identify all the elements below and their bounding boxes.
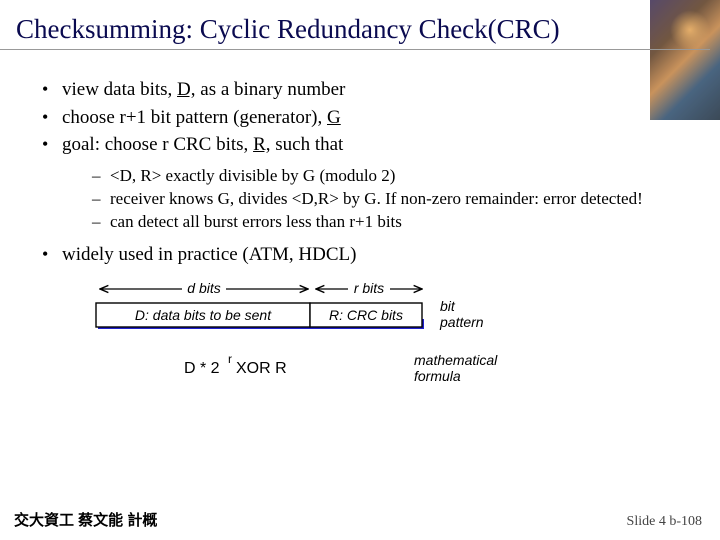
sub-3: can detect all burst errors less than r+… [88, 211, 690, 234]
bullet-2: choose r+1 bit pattern (generator), G [34, 104, 690, 132]
bullet-1-text-b: as a binary number [196, 79, 346, 100]
footer-right: Slide 4 b-108 [627, 514, 702, 530]
bullet-2-underline: G [327, 107, 341, 128]
formula-rest: XOR R [236, 360, 287, 377]
bullet-1: view data bits, D, as a binary number [34, 76, 690, 104]
diagram-svg: d bits r bits D: data bits to be sent R:… [92, 275, 532, 395]
math-label-1: mathematical [414, 352, 498, 368]
footer-left: 交大資工 蔡文能 計概 [14, 509, 157, 530]
bitpattern-label-1: bit [440, 298, 456, 314]
bullet-3-text-a: goal: choose r CRC bits, [62, 134, 253, 155]
formula-exp: r [228, 352, 232, 366]
bitpattern-label-2: pattern [439, 314, 484, 330]
bullet-3-underline: R, [253, 134, 270, 155]
bullet-3-text-b: such that [271, 134, 344, 155]
main-bullets: view data bits, D, as a binary number ch… [34, 76, 690, 159]
slide-title: Checksumming: Cyclic Redundancy Check(CR… [0, 0, 710, 50]
bullet-2-text-a: choose r+1 bit pattern (generator), [62, 107, 327, 128]
crc-box-text: R: CRC bits [329, 307, 403, 323]
math-label-2: formula [414, 368, 461, 384]
slide-content: view data bits, D, as a binary number ch… [0, 50, 720, 395]
sub-2: receiver knows G, divides <D,R> by G. If… [88, 188, 690, 211]
bullet-3: goal: choose r CRC bits, R, such that [34, 131, 690, 159]
bullet-1-underline: D, [177, 79, 195, 100]
sub-bullets: <D, R> exactly divisible by G (modulo 2)… [34, 165, 690, 234]
crc-diagram: d bits r bits D: data bits to be sent R:… [92, 275, 522, 395]
main-bullets-2: widely used in practice (ATM, HDCL) [34, 241, 690, 269]
data-box-text: D: data bits to be sent [135, 307, 272, 323]
bullet-4: widely used in practice (ATM, HDCL) [34, 241, 690, 269]
d-bits-label: d bits [187, 280, 220, 296]
formula-d: D * 2 [184, 360, 220, 377]
bullet-1-text-a: view data bits, [62, 79, 177, 100]
sub-1: <D, R> exactly divisible by G (modulo 2) [88, 165, 690, 188]
r-bits-label: r bits [354, 280, 384, 296]
